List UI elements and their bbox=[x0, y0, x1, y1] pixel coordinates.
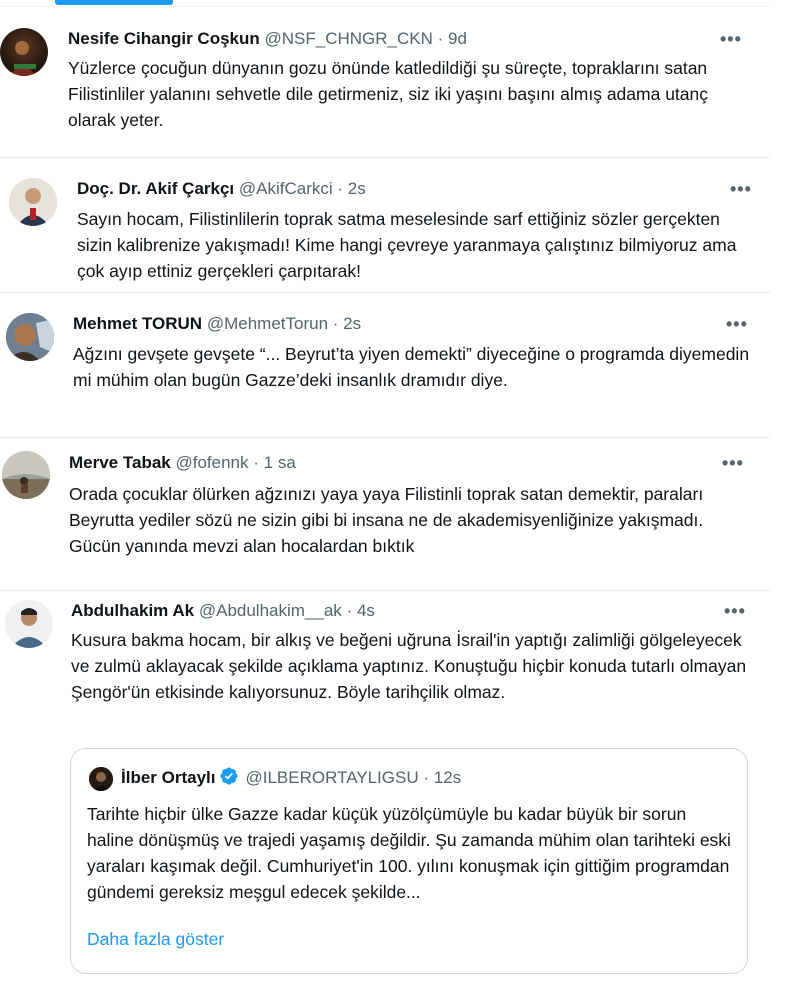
verified-badge-icon bbox=[219, 766, 239, 793]
active-tab-indicator bbox=[55, 0, 173, 5]
separator-dot: · bbox=[423, 768, 430, 787]
avatar[interactable] bbox=[5, 600, 53, 648]
user-handle[interactable]: @Abdulhakim__ak bbox=[199, 601, 342, 620]
divider bbox=[0, 292, 770, 293]
user-handle[interactable]: @fofennk bbox=[175, 453, 248, 472]
more-horizontal-icon[interactable]: ••• bbox=[722, 453, 744, 474]
user-handle[interactable]: @ILBERORTAYLIGSU bbox=[245, 768, 418, 787]
avatar[interactable] bbox=[2, 451, 50, 499]
timestamp[interactable]: 2s bbox=[348, 179, 366, 198]
user-handle[interactable]: @AkifCarkci bbox=[239, 179, 333, 198]
user-handle[interactable]: @NSF_CHNGR_CKN bbox=[265, 29, 433, 48]
separator-dot: · bbox=[332, 314, 339, 333]
separator-dot: · bbox=[337, 179, 344, 198]
display-name[interactable]: Doç. Dr. Akif Çarkçı bbox=[77, 179, 234, 198]
display-name[interactable]: Abdulhakim Ak bbox=[71, 601, 194, 620]
quoted-tweet[interactable]: İlber Ortaylı @ILBERORTAYLIGSU · 12s Tari… bbox=[70, 748, 748, 974]
display-name[interactable]: İlber Ortaylı bbox=[121, 768, 215, 787]
show-more-link[interactable]: Daha fazla göster bbox=[87, 929, 224, 950]
tweet-text: Ağzını gevşete gevşete “... Beyrut’ta yi… bbox=[73, 344, 750, 390]
tweet-header: Merve Tabak @fofennk · 1 sa bbox=[69, 452, 296, 474]
tweet-header: Abdulhakim Ak @Abdulhakim__ak · 4s bbox=[71, 600, 375, 622]
more-horizontal-icon[interactable]: ••• bbox=[724, 601, 746, 622]
quoted-tweet-header: İlber Ortaylı @ILBERORTAYLIGSU · 12s bbox=[121, 766, 461, 793]
tweet-text: Yüzlerce çocuğun dünyanın gozu önünde ka… bbox=[68, 58, 708, 130]
more-horizontal-icon[interactable]: ••• bbox=[730, 179, 752, 200]
divider bbox=[0, 437, 770, 438]
avatar[interactable] bbox=[89, 767, 113, 791]
display-name[interactable]: Nesife Cihangir Coşkun bbox=[68, 29, 260, 48]
tweet-header: Doç. Dr. Akif Çarkçı @AkifCarkci · 2s bbox=[77, 178, 366, 200]
timestamp[interactable]: 12s bbox=[434, 768, 461, 787]
more-horizontal-icon[interactable]: ••• bbox=[726, 314, 748, 335]
timestamp[interactable]: 4s bbox=[357, 601, 375, 620]
tweet-text: Kusura bakma hocam, bir alkış ve beğeni … bbox=[71, 630, 747, 702]
divider bbox=[0, 157, 770, 158]
tweet-text: Orada çocuklar ölürken ağzınızı yaya yay… bbox=[69, 484, 704, 556]
avatar[interactable] bbox=[6, 313, 54, 361]
divider bbox=[0, 6, 770, 7]
separator-dot: · bbox=[437, 29, 444, 48]
user-handle[interactable]: @MehmetTorun bbox=[207, 314, 328, 333]
timestamp[interactable]: 1 sa bbox=[264, 453, 296, 472]
quoted-tweet-text: Tarihte hiçbir ülke Gazze kadar küçük yü… bbox=[87, 804, 731, 902]
avatar[interactable] bbox=[9, 178, 57, 226]
separator-dot: · bbox=[253, 453, 259, 472]
tweet-header: Nesife Cihangir Coşkun @NSF_CHNGR_CKN · … bbox=[68, 28, 467, 50]
more-horizontal-icon[interactable]: ••• bbox=[720, 29, 742, 50]
display-name[interactable]: Mehmet TORUN bbox=[73, 314, 202, 333]
tweet-header: Mehmet TORUN @MehmetTorun · 2s bbox=[73, 313, 361, 335]
timestamp[interactable]: 9d bbox=[448, 29, 467, 48]
divider bbox=[0, 590, 770, 591]
timestamp[interactable]: 2s bbox=[343, 314, 361, 333]
display-name[interactable]: Merve Tabak bbox=[69, 453, 171, 472]
separator-dot: · bbox=[346, 601, 353, 620]
avatar[interactable] bbox=[0, 28, 48, 76]
tweet-text: Sayın hocam, Filistinlilerin toprak satm… bbox=[77, 209, 737, 281]
